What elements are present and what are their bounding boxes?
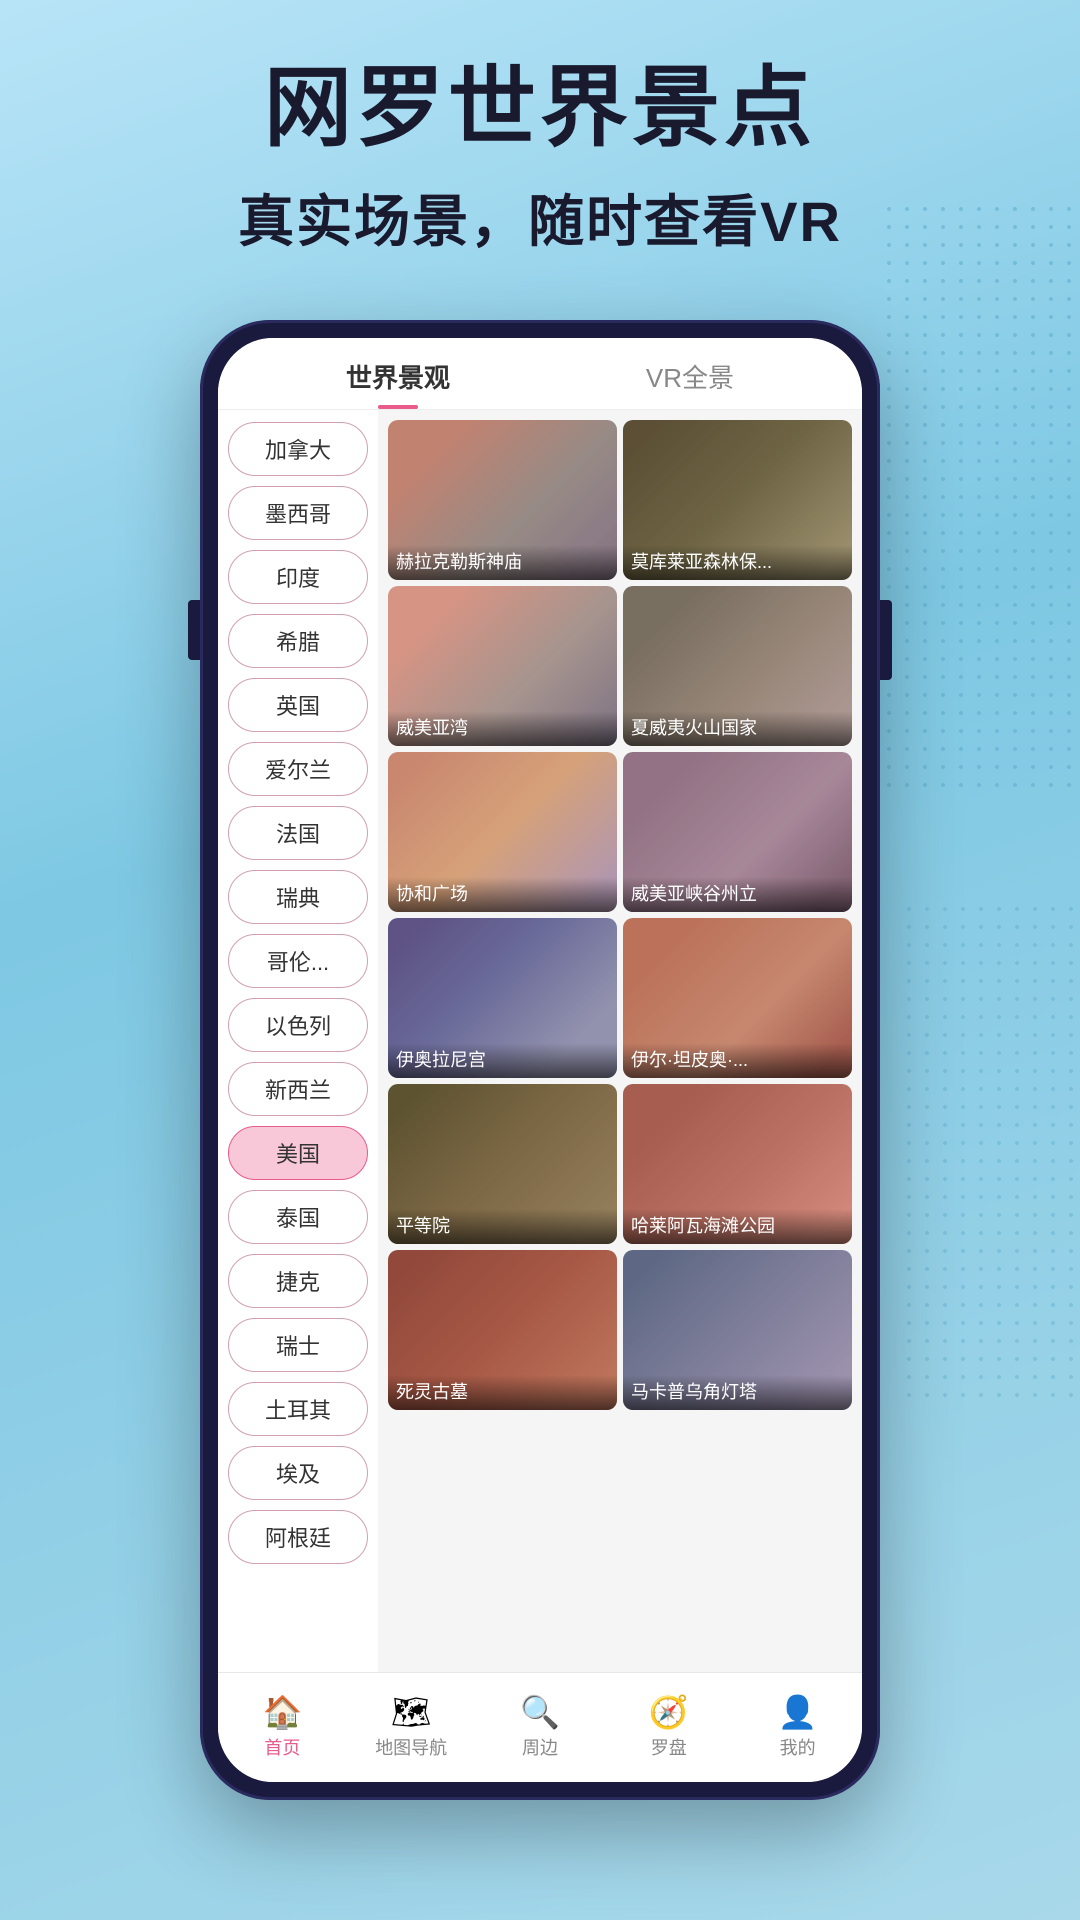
- map-icon: 🗺: [391, 1696, 432, 1728]
- nav-item-nearby[interactable]: 🔍 周边: [476, 1673, 605, 1782]
- cell-label-3: 夏威夷火山国家: [623, 711, 852, 746]
- nav-item-compass[interactable]: 🧭 罗盘: [604, 1673, 733, 1782]
- grid-row-2: 威美亚湾 夏威夷火山国家: [388, 586, 852, 746]
- grid-cell-7[interactable]: 伊尔·坦皮奥·...: [623, 918, 852, 1078]
- nav-item-map[interactable]: 🗺 地图导航: [347, 1673, 476, 1782]
- sidebar-item-thailand[interactable]: 泰国: [228, 1190, 368, 1244]
- tab-world-scenery[interactable]: 世界景观: [346, 358, 450, 409]
- country-sidebar: 加拿大 墨西哥 印度 希腊 英国 爱尔兰 法国 瑞典 哥伦... 以色列 新西兰…: [218, 410, 378, 1672]
- sidebar-item-turkey[interactable]: 土耳其: [228, 1382, 368, 1436]
- sidebar-item-india[interactable]: 印度: [228, 550, 368, 604]
- cell-label-10: 死灵古墓: [388, 1375, 617, 1410]
- grid-row-4: 伊奥拉尼宫 伊尔·坦皮奥·...: [388, 918, 852, 1078]
- nav-label-nearby: 周边: [522, 1734, 558, 1760]
- nav-item-profile[interactable]: 👤 我的: [733, 1673, 862, 1782]
- home-icon: 🏠: [262, 1696, 302, 1728]
- cell-label-11: 马卡普乌角灯塔: [623, 1375, 852, 1410]
- cell-label-0: 赫拉克勒斯神庙: [388, 545, 617, 580]
- grid-row-3: 协和广场 威美亚峡谷州立: [388, 752, 852, 912]
- grid-cell-5[interactable]: 威美亚峡谷州立: [623, 752, 852, 912]
- sidebar-item-argentina[interactable]: 阿根廷: [228, 1510, 368, 1564]
- sidebar-item-israel[interactable]: 以色列: [228, 998, 368, 1052]
- nav-item-home[interactable]: 🏠 首页: [218, 1673, 347, 1782]
- grid-cell-8[interactable]: 平等院: [388, 1084, 617, 1244]
- sidebar-item-greece[interactable]: 希腊: [228, 614, 368, 668]
- grid-cell-9[interactable]: 哈莱阿瓦海滩公园: [623, 1084, 852, 1244]
- sidebar-item-uk[interactable]: 英国: [228, 678, 368, 732]
- cell-label-8: 平等院: [388, 1209, 617, 1244]
- grid-cell-3[interactable]: 夏威夷火山国家: [623, 586, 852, 746]
- nav-label-home: 首页: [264, 1734, 300, 1760]
- tabs-bar: 世界景观 VR全景: [218, 338, 862, 410]
- nav-label-profile: 我的: [780, 1734, 816, 1760]
- main-title: 网罗世界景点: [0, 60, 1080, 157]
- phone-screen: 世界景观 VR全景 加拿大 墨西哥 印度 希腊 英国 爱尔兰 法国 瑞典 哥伦.…: [218, 338, 862, 1782]
- dot-pattern-bottom: [900, 900, 1080, 1400]
- cell-label-4: 协和广场: [388, 877, 617, 912]
- cell-label-1: 莫库莱亚森林保...: [623, 545, 852, 580]
- sub-title: 真实场景，随时查看VR: [0, 177, 1080, 258]
- grid-cell-2[interactable]: 威美亚湾: [388, 586, 617, 746]
- grid-row-5: 平等院 哈莱阿瓦海滩公园: [388, 1084, 852, 1244]
- sidebar-item-egypt[interactable]: 埃及: [228, 1446, 368, 1500]
- bottom-nav: 🏠 首页 🗺 地图导航 🔍 周边 🧭 罗盘 👤 我的: [218, 1672, 862, 1782]
- phone-side-btn-right: [880, 600, 892, 680]
- cell-label-9: 哈莱阿瓦海滩公园: [623, 1209, 852, 1244]
- sidebar-item-newzealand[interactable]: 新西兰: [228, 1062, 368, 1116]
- grid-cell-1[interactable]: 莫库莱亚森林保...: [623, 420, 852, 580]
- tab-vr-panorama[interactable]: VR全景: [646, 358, 734, 409]
- sidebar-item-usa[interactable]: 美国: [228, 1126, 368, 1180]
- sidebar-item-colombia[interactable]: 哥伦...: [228, 934, 368, 988]
- nav-label-compass: 罗盘: [651, 1734, 687, 1760]
- search-icon: 🔍: [520, 1696, 560, 1728]
- grid-cell-0[interactable]: 赫拉克勒斯神庙: [388, 420, 617, 580]
- grid-cell-11[interactable]: 马卡普乌角灯塔: [623, 1250, 852, 1410]
- nav-label-map: 地图导航: [375, 1734, 447, 1760]
- dot-pattern-top: [880, 200, 1080, 800]
- sidebar-item-sweden[interactable]: 瑞典: [228, 870, 368, 924]
- phone-side-btn-left: [188, 600, 200, 660]
- sidebar-item-switzerland[interactable]: 瑞士: [228, 1318, 368, 1372]
- grid-cell-6[interactable]: 伊奥拉尼宫: [388, 918, 617, 1078]
- cell-label-2: 威美亚湾: [388, 711, 617, 746]
- profile-icon: 👤: [778, 1696, 818, 1728]
- sidebar-item-mexico[interactable]: 墨西哥: [228, 486, 368, 540]
- grid-cell-10[interactable]: 死灵古墓: [388, 1250, 617, 1410]
- grid-row-6: 死灵古墓 马卡普乌角灯塔: [388, 1250, 852, 1410]
- header-section: 网罗世界景点 真实场景，随时查看VR: [0, 0, 1080, 258]
- cell-label-5: 威美亚峡谷州立: [623, 877, 852, 912]
- grid-cell-4[interactable]: 协和广场: [388, 752, 617, 912]
- phone-mockup: 世界景观 VR全景 加拿大 墨西哥 印度 希腊 英国 爱尔兰 法国 瑞典 哥伦.…: [200, 320, 880, 1800]
- scenery-grid: 赫拉克勒斯神庙 莫库莱亚森林保... 威美亚湾 夏威夷火山国家: [378, 410, 862, 1672]
- sidebar-item-ireland[interactable]: 爱尔兰: [228, 742, 368, 796]
- cell-label-6: 伊奥拉尼宫: [388, 1043, 617, 1078]
- sidebar-item-canada[interactable]: 加拿大: [228, 422, 368, 476]
- sidebar-item-france[interactable]: 法国: [228, 806, 368, 860]
- content-area: 加拿大 墨西哥 印度 希腊 英国 爱尔兰 法国 瑞典 哥伦... 以色列 新西兰…: [218, 410, 862, 1672]
- sidebar-item-czech[interactable]: 捷克: [228, 1254, 368, 1308]
- cell-label-7: 伊尔·坦皮奥·...: [623, 1043, 852, 1078]
- grid-row-1: 赫拉克勒斯神庙 莫库莱亚森林保...: [388, 420, 852, 580]
- compass-icon: 🧭: [649, 1696, 689, 1728]
